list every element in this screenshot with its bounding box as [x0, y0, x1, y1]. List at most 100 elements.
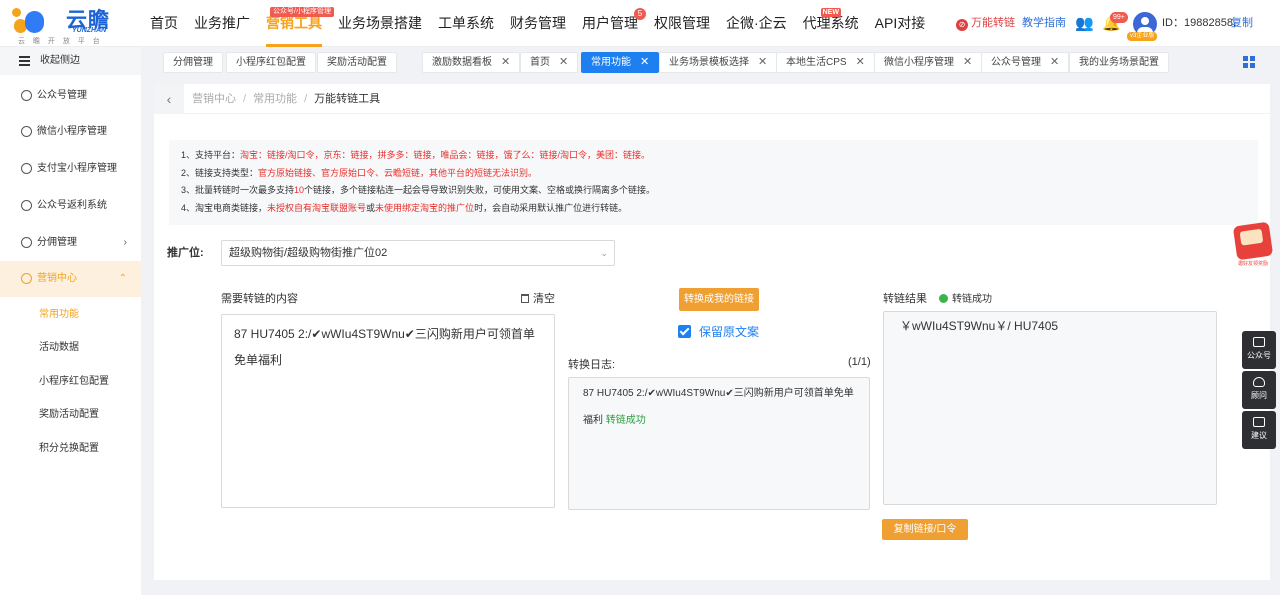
sidebar-item-commission[interactable]: 分佣管理 ›: [0, 225, 141, 261]
tab-common-functions[interactable]: 常用功能 ✕: [581, 52, 660, 73]
close-icon[interactable]: ✕: [501, 56, 510, 68]
sidebar-sub-reward-config[interactable]: 奖励活动配置: [0, 398, 141, 431]
content-textarea[interactable]: 87 HU7405 2:/✔wWIu4ST9Wnu✔三闪购新用户可领首单免单福利: [221, 314, 555, 508]
breadcrumb-item[interactable]: 营销中心: [192, 93, 236, 105]
nav-item-promotion[interactable]: 业务推广: [186, 0, 258, 47]
result-textarea[interactable]: ￥wWIu4ST9Wnu￥/ HU7405: [883, 311, 1217, 505]
close-icon[interactable]: ✕: [856, 56, 865, 68]
sidebar-item-official-accounts[interactable]: 公众号管理: [0, 78, 141, 114]
close-icon[interactable]: ✕: [1050, 56, 1059, 68]
official-account-tool[interactable]: 公众号: [1242, 331, 1276, 369]
nav-item-permissions[interactable]: 权限管理: [646, 0, 718, 47]
logo[interactable]: 云瞻 YUNZHAN 云 瞻 开 放 平 台: [12, 4, 122, 46]
result-status: 转链成功: [939, 290, 992, 305]
copy-id-link[interactable]: 复制: [1231, 0, 1253, 47]
sidebar-sub-activity-data[interactable]: 活动数据: [0, 331, 141, 364]
bell-icon[interactable]: 🔔: [1102, 0, 1121, 47]
nav-item-finance[interactable]: 财务管理: [502, 0, 574, 47]
tip-line: 2、链接支持类型：官方原始链接、官方原始口令、云瞻短链，其他平台的短链无法识别。: [181, 167, 538, 178]
sidebar-item-rebate-system[interactable]: 公众号返利系统: [0, 188, 141, 224]
tab-wechat-miniprogram[interactable]: 微信小程序管理 ✕: [874, 52, 983, 73]
tips-box: 1、支持平台：淘宝：链接/淘口令，京东：链接，拼多多：链接，唯品会：链接，饿了么…: [169, 140, 1258, 225]
tab-my-scene-config[interactable]: 我的业务场景配置: [1069, 52, 1169, 73]
sidebar-item-marketing-center[interactable]: 营销中心 ⌃: [0, 261, 141, 297]
brand-name-en: YUNZHAN: [72, 27, 107, 34]
back-button[interactable]: ‹: [154, 84, 184, 114]
copy-link-button[interactable]: 复制链接/口令: [882, 519, 968, 540]
trash-icon: [521, 294, 529, 303]
nav-item-agent-system[interactable]: NEW 代理系统: [795, 0, 867, 47]
sidebar-sub-red-packet-config[interactable]: 小程序红包配置: [0, 365, 141, 398]
consultant-tool[interactable]: 顾问: [1242, 371, 1276, 409]
close-icon[interactable]: ✕: [963, 56, 972, 68]
nav-item-user-management[interactable]: 用户管理 5: [574, 0, 646, 47]
tab-incentive-dashboard[interactable]: 激励数据看板 ✕: [422, 52, 521, 73]
breadcrumb-current: 万能转链工具: [314, 93, 381, 105]
checkbox-checked-icon: [678, 325, 691, 338]
breadcrumb-item[interactable]: 常用功能: [253, 93, 297, 105]
plan-badge: v3企业版: [1127, 32, 1158, 41]
grid-icon[interactable]: [1243, 56, 1255, 68]
tab-commission[interactable]: 分佣管理: [163, 52, 223, 73]
miniprogram-icon: [21, 126, 32, 137]
breadcrumb: 营销中心 / 常用功能 / 万能转链工具: [192, 93, 381, 105]
close-icon[interactable]: ✕: [758, 56, 767, 68]
official-account-icon: [21, 90, 32, 101]
nav-item-scene-builder[interactable]: 业务场景搭建: [330, 0, 430, 47]
nav-item-home[interactable]: 首页: [150, 0, 186, 47]
nav-badge: 5: [634, 8, 646, 20]
sidebar-item-wechat-miniprogram[interactable]: 微信小程序管理: [0, 114, 141, 150]
sidebar-collapse-button[interactable]: 收起侧边: [0, 47, 141, 75]
notification-badge: 99+: [1110, 12, 1128, 23]
tip-line: 4、淘宝电商类链接，未授权自有淘宝联盟账号或未使用绑定淘宝的推广位时，会自动采用…: [181, 202, 628, 213]
new-tag: NEW: [820, 8, 842, 17]
nav-item-ticket-system[interactable]: 工单系统: [430, 0, 502, 47]
close-icon[interactable]: ✕: [559, 56, 568, 68]
log-label: 转换日志:: [568, 359, 616, 371]
sidebar-item-alipay-miniprogram[interactable]: 支付宝小程序管理: [0, 151, 141, 187]
log-count: (1/1): [848, 356, 871, 368]
close-icon[interactable]: ✕: [640, 56, 649, 68]
sidebar-sub-points-config[interactable]: 积分兑换配置: [0, 432, 141, 465]
tab-red-packet-config[interactable]: 小程序红包配置: [226, 52, 316, 73]
tab-local-life-cps[interactable]: 本地生活CPS ✕: [776, 52, 875, 73]
nav-item-wecom[interactable]: 企微·企云: [718, 0, 795, 47]
top-bar: 云瞻 YUNZHAN 云 瞻 开 放 平 台 首页 业务推广 公众号/小程序管理…: [0, 0, 1280, 47]
brand-slogan: 云 瞻 开 放 平 台: [18, 38, 103, 45]
tutorial-link[interactable]: 教学指南: [1022, 0, 1066, 47]
tab-reward-config[interactable]: 奖励活动配置: [317, 52, 397, 73]
nav-item-marketing-tools[interactable]: 公众号/小程序管理 营销工具: [258, 0, 334, 47]
nav-tag: 公众号/小程序管理: [270, 7, 334, 17]
box-icon: [21, 163, 32, 174]
logo-icon: [12, 8, 44, 34]
position-select[interactable]: 超级购物街/超级购物街推广位02 ⌄: [221, 240, 615, 266]
convert-button[interactable]: 转换成我的链接: [679, 288, 759, 311]
feedback-tool[interactable]: 建议: [1242, 411, 1276, 449]
universal-link-button[interactable]: ⊘ 万能转链: [956, 0, 1015, 47]
red-packet-icon: [1232, 221, 1274, 261]
chevron-right-icon: ›: [123, 237, 127, 248]
log-entry-status: 转链成功: [605, 415, 646, 426]
share-icon: [21, 237, 32, 248]
keep-original-checkbox[interactable]: 保留原文案: [678, 325, 759, 339]
invite-gift-widget[interactable]: 邀好友领奖励: [1230, 221, 1276, 270]
clear-button[interactable]: 清空: [521, 290, 555, 306]
tab-official-accounts[interactable]: 公众号管理 ✕: [981, 52, 1070, 73]
tip-line: 1、支持平台：淘宝：链接/淘口令，京东：链接，拼多多：链接，唯品会：链接，饿了么…: [181, 150, 651, 160]
tip-line: 3、批量转链时一次最多支持10个链接，多个链接粘连一起会导导致识别失败，可使用文…: [181, 185, 656, 195]
tab-bar: 分佣管理 小程序红包配置 奖励活动配置 激励数据看板 ✕ 首页 ✕ 常用功能 ✕ 业务…: [154, 49, 1270, 75]
nav-item-api[interactable]: API对接: [867, 0, 934, 47]
edit-icon: [1253, 417, 1265, 427]
position-label: 推广位:: [167, 247, 204, 259]
tab-scene-template[interactable]: 业务场景模板选择 ✕: [659, 52, 778, 73]
chevron-left-icon: ‹: [166, 91, 172, 107]
main-nav: 首页 业务推广 公众号/小程序管理 营销工具 业务场景搭建 工单系统 财务管理 …: [150, 0, 933, 47]
sidebar-sub-common-functions[interactable]: 常用功能: [0, 298, 141, 331]
main-panel: ‹ 营销中心 / 常用功能 / 万能转链工具 1、支持平台：淘宝：链接/淘口令，京东：链…: [154, 84, 1270, 580]
success-icon: [939, 294, 948, 303]
content-label: 需要转链的内容: [221, 293, 298, 305]
user-group-icon[interactable]: 👥: [1075, 0, 1094, 47]
conversion-log: 87 HU7405 2:/✔wWIu4ST9Wnu✔三闪购新用户可领首单免单福利…: [568, 377, 870, 510]
menu-icon: [19, 56, 30, 66]
tab-home[interactable]: 首页 ✕: [520, 52, 579, 73]
